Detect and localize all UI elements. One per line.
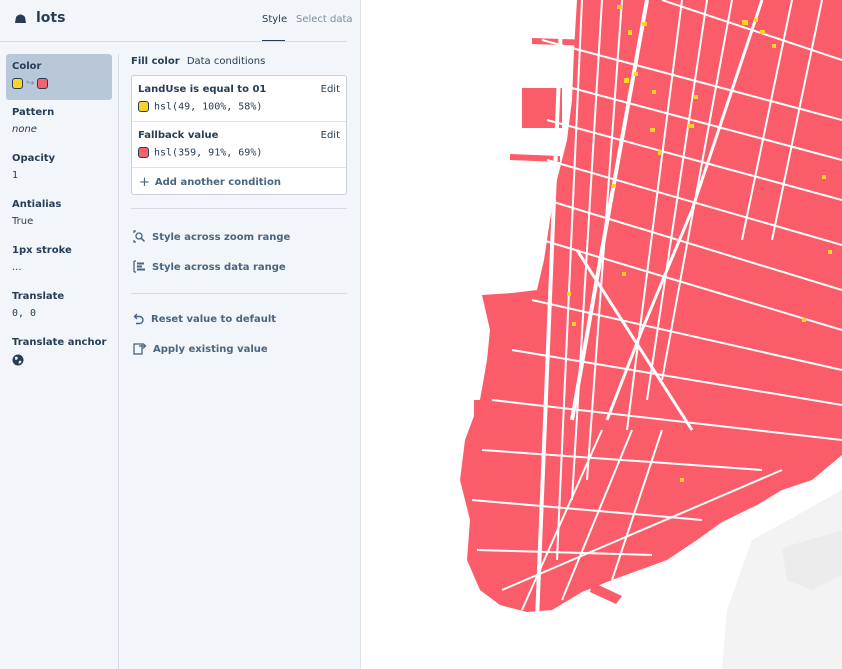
tab-style[interactable]: Style [262,14,287,25]
tab-fill-color[interactable]: Fill color [131,56,180,67]
property-1px-stroke[interactable]: 1px stroke ... [6,238,112,284]
apply-existing-label: Apply existing value [153,344,268,355]
property-value: none [12,124,37,135]
property-antialias[interactable]: Antialias True [6,192,112,238]
condition-title: LandUse is equal to 01 [138,84,267,95]
tab-select-data[interactable]: Select data [296,14,353,25]
condition-value: hsl(49, 100%, 58%) [138,101,262,113]
section-divider [131,208,347,209]
reset-default-button[interactable]: Reset value to default [133,312,276,325]
condition-value: hsl(359, 91%, 69%) [138,147,262,159]
plus-icon: + [139,175,150,190]
property-label: Color [12,61,42,72]
property-color[interactable]: Color ↪ [6,54,112,100]
zoom-range-icon [133,230,146,243]
pier [474,400,492,420]
property-label: Translate [12,291,65,302]
conditions-list: LandUse is equal to 01 Edit hsl(49, 100%… [131,75,347,195]
color-swatch[interactable] [138,147,149,158]
property-translate[interactable]: Translate 0, 0 [6,284,112,330]
zoom-range-button[interactable]: Style across zoom range [133,230,290,243]
arrow-icon: ↪ [26,78,35,89]
section-divider [131,293,347,294]
property-pattern[interactable]: Pattern none [6,100,112,146]
data-range-button[interactable]: Style across data range [133,260,286,273]
zoom-range-label: Style across zoom range [152,232,291,243]
color-swatch[interactable] [138,101,149,112]
property-value: True [12,216,34,227]
condition-value-text: hsl(49, 100%, 58%) [154,101,263,113]
property-value [12,354,112,369]
globe-icon [12,354,24,366]
fill-layer-icon [15,14,26,23]
data-range-label: Style across data range [152,262,286,273]
condition-title: Fallback value [138,130,219,141]
undo-icon [133,313,144,325]
property-value: 1 [12,170,19,181]
swatch-fallback [37,78,49,89]
edit-button[interactable]: Edit [321,130,340,141]
style-panel: lots Style Select data Color ↪ Pattern n… [0,0,361,669]
edit-button[interactable]: Edit [321,84,340,95]
property-value: 0, 0 [12,308,37,319]
apply-existing-icon [133,343,147,355]
apply-existing-button[interactable]: Apply existing value [133,342,268,355]
column-divider [118,54,119,669]
header-divider [0,41,347,42]
property-label: Antialias [12,199,62,210]
add-condition-button[interactable]: + Add another condition [139,175,281,190]
tab-data-conditions[interactable]: Data conditions [187,56,266,67]
map-canvas[interactable] [362,0,842,669]
property-label: Opacity [12,153,56,164]
condition-row[interactable]: LandUse is equal to 01 Edit hsl(49, 100%… [132,76,346,122]
property-value: ... [12,262,22,273]
reset-label: Reset value to default [151,314,277,325]
editor-tabs: Fill color Data conditions [131,56,265,67]
add-condition-label: Add another condition [154,177,281,188]
data-range-icon [133,260,145,273]
swatch-landuse [12,78,23,89]
layer-header: lots Style Select data [0,0,361,42]
condition-value-text: hsl(359, 91%, 69%) [154,147,263,159]
property-label: 1px stroke [12,245,72,256]
property-opacity[interactable]: Opacity 1 [6,146,112,192]
fallback-row[interactable]: Fallback value Edit hsl(359, 91%, 69%) [132,122,346,168]
color-preview: ↪ [12,78,112,90]
property-label: Translate anchor [12,337,107,348]
property-translate-anchor[interactable]: Translate anchor [6,330,112,376]
layer-name[interactable]: lots [36,10,65,26]
property-label: Pattern [12,107,55,118]
